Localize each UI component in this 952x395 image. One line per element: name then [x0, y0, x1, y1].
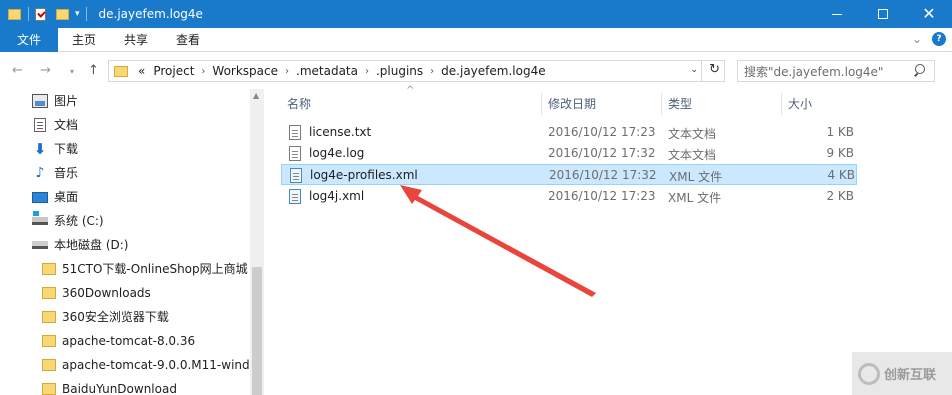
watermark-text: 创新互联 [884, 368, 937, 383]
brand-logo-icon [858, 362, 880, 385]
annotation-arrow [400, 185, 596, 297]
red-arrow-icon [400, 185, 596, 297]
watermark-logo: 创新互联 [852, 352, 952, 395]
